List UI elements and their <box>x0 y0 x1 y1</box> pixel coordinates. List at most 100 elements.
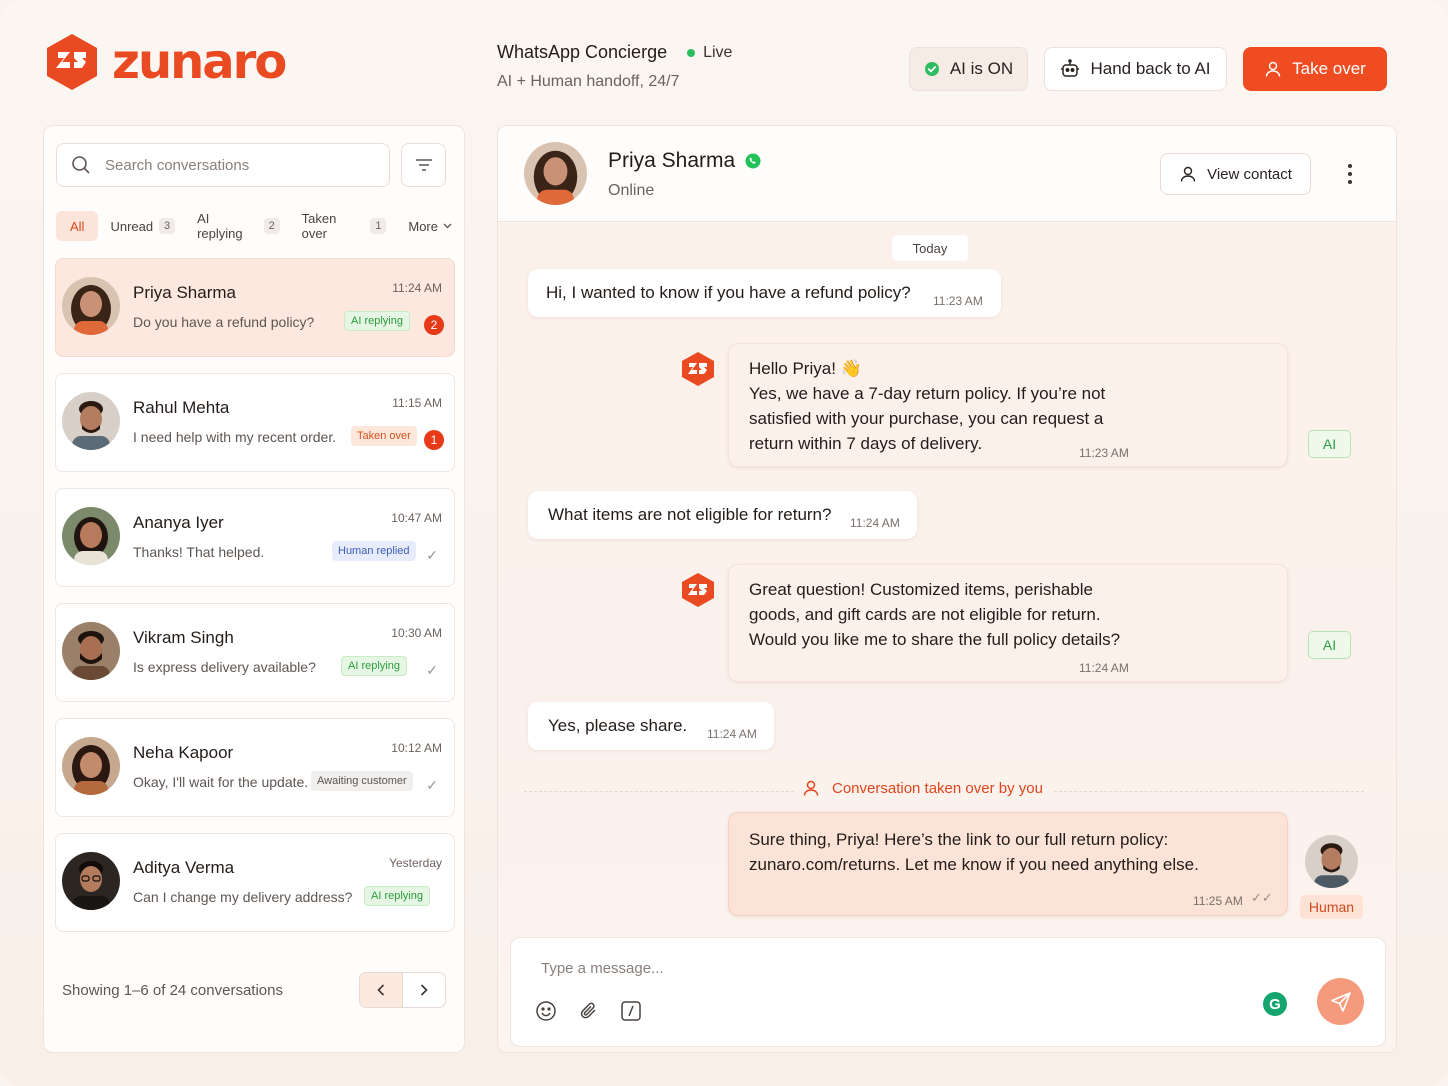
hand-back-label: Hand back to AI <box>1090 59 1211 78</box>
take-over-button[interactable]: Take over <box>1243 47 1387 91</box>
user-icon <box>1179 165 1197 183</box>
previous-page-button[interactable] <box>360 973 403 1007</box>
message-input[interactable] <box>541 960 1141 977</box>
customer-message: What items are not eligible for return? … <box>528 491 917 539</box>
avatar <box>524 142 587 205</box>
conversation-item[interactable]: Priya Sharma Do you have a refund policy… <box>55 258 455 357</box>
message-text: Yes, please share. <box>548 716 688 735</box>
check-icon: ✓ <box>426 547 438 563</box>
brand-logo: zunaro <box>44 32 287 92</box>
human-tag: Human <box>1300 895 1363 919</box>
takeover-divider: Conversation taken over by you <box>524 779 1364 803</box>
grammarly-icon[interactable]: G <box>1263 992 1287 1016</box>
conversation-item[interactable]: Rahul Mehta I need help with my recent o… <box>55 373 455 472</box>
ai-message: Hello Priya! 👋 Yes, we have a 7-day retu… <box>728 343 1288 467</box>
tab-label: AI replying <box>197 211 243 241</box>
whatsapp-icon <box>745 153 761 169</box>
chat-contact-name: Priya Sharma <box>608 149 736 172</box>
chevron-right-icon <box>420 984 428 996</box>
contact-name: Aditya Verma <box>133 858 235 877</box>
double-check-icon: ✓✓ <box>1251 890 1273 905</box>
message-time: 11:15 AM <box>392 396 442 410</box>
customer-message: Hi, I wanted to know if you have a refun… <box>528 269 1001 317</box>
check-icon: ✓ <box>426 777 438 793</box>
search-input[interactable] <box>105 156 365 174</box>
conversation-item[interactable]: Ananya Iyer Thanks! That helped. 10:47 A… <box>55 488 455 587</box>
tab-count: 3 <box>159 218 176 234</box>
last-message: Thanks! That helped. <box>133 544 265 560</box>
live-label: Live <box>703 43 733 61</box>
avatar <box>1305 835 1358 888</box>
status-badge: AI replying <box>364 886 430 906</box>
view-contact-button[interactable]: View contact <box>1160 153 1311 195</box>
message-time: 10:12 AM <box>391 741 442 755</box>
divider-line <box>524 791 794 792</box>
last-message: Can I change my delivery address? <box>133 889 353 905</box>
send-button[interactable] <box>1317 978 1364 1025</box>
message-line: satisfied with your purchase, you can re… <box>749 409 1104 428</box>
filter-tabs: All Unread 3 AI replying 2 Taken over 1 Mor… <box>56 211 464 241</box>
conversation-item[interactable]: Vikram Singh Is express delivery availab… <box>55 603 455 702</box>
search-box[interactable] <box>56 143 390 187</box>
last-message: Okay, I'll wait for the update. <box>133 774 309 790</box>
avatar <box>62 852 120 910</box>
message-time: 11:24 AM <box>707 727 757 741</box>
message-line: Yes, we have a 7-day return policy. If y… <box>749 384 1106 403</box>
robot-icon <box>1060 59 1080 79</box>
avatar <box>62 737 120 795</box>
ai-tag: AI <box>1308 430 1351 458</box>
message-text: Great question! Customized items, perish… <box>749 577 1120 652</box>
hand-back-to-ai-button[interactable]: Hand back to AI <box>1044 47 1227 91</box>
emoji-icon[interactable] <box>535 1000 557 1022</box>
message-line: Great question! Customized items, perish… <box>749 580 1093 599</box>
page-subtitle: AI + Human handoff, 24/7 <box>497 73 680 90</box>
filter-button[interactable] <box>401 143 446 187</box>
message-time: 11:23 AM <box>1079 446 1129 460</box>
conversation-item[interactable]: Neha Kapoor Okay, I'll wait for the upda… <box>55 718 455 817</box>
message-text: Hi, I wanted to know if you have a refun… <box>546 283 911 302</box>
last-message: I need help with my recent order. <box>133 429 337 445</box>
attachment-icon[interactable] <box>578 1000 600 1022</box>
takeover-text: Conversation taken over by you <box>832 779 1043 797</box>
next-page-button[interactable] <box>403 973 445 1007</box>
ai-status-label: AI is ON <box>949 59 1014 78</box>
human-message: Sure thing, Priya! Here’s the link to ou… <box>728 812 1288 916</box>
unread-count-badge: 1 <box>424 430 444 450</box>
filter-icon <box>415 158 433 172</box>
tab-more[interactable]: More <box>398 211 462 241</box>
chat-contact-status: Online <box>608 182 655 199</box>
ai-status-button[interactable]: AI is ON <box>909 47 1028 91</box>
unread-count-badge: 2 <box>424 315 444 335</box>
page-title-text: WhatsApp Concierge <box>497 42 668 62</box>
more-options-icon[interactable] <box>1338 162 1362 186</box>
tab-ai-replying[interactable]: AI replying 2 <box>187 211 290 241</box>
ai-bot-icon <box>682 352 714 386</box>
ai-tag: AI <box>1308 631 1351 659</box>
chat-panel: Priya Sharma Online View contact Today H… <box>497 125 1397 1053</box>
live-dot-icon <box>687 48 696 57</box>
tab-all[interactable]: All <box>56 211 99 241</box>
chevron-left-icon <box>377 984 385 996</box>
message-time: 10:47 AM <box>391 511 442 525</box>
avatar <box>62 277 120 335</box>
status-badge: Taken over <box>351 426 417 446</box>
date-divider: Today <box>892 235 968 261</box>
message-text: What items are not eligible for return? <box>548 505 832 524</box>
pagination <box>359 972 446 1008</box>
customer-message: Yes, please share. 11:24 AM <box>528 702 774 750</box>
conversation-item[interactable]: Aditya Verma Can I change my delivery ad… <box>55 833 455 932</box>
avatar <box>62 507 120 565</box>
app-frame: zunaro WhatsApp Concierge Live AI + Huma… <box>0 0 1448 1086</box>
view-contact-label: View contact <box>1207 165 1292 183</box>
contact-name: Rahul Mehta <box>133 398 230 417</box>
ai-message: Great question! Customized items, perish… <box>728 564 1288 682</box>
divider-line <box>1054 791 1364 792</box>
message-line: Would you like me to share the full poli… <box>749 630 1121 649</box>
message-time: 11:24 AM <box>392 281 442 295</box>
pagination-summary: Showing 1–6 of 24 conversations <box>62 982 283 999</box>
contact-name: Neha Kapoor <box>133 743 234 762</box>
conversation-list: Priya Sharma Do you have a refund policy… <box>55 258 455 948</box>
slash-command-icon[interactable] <box>620 1000 642 1022</box>
tab-taken-over[interactable]: Taken over 1 <box>292 211 397 241</box>
tab-unread[interactable]: Unread 3 <box>100 211 185 241</box>
